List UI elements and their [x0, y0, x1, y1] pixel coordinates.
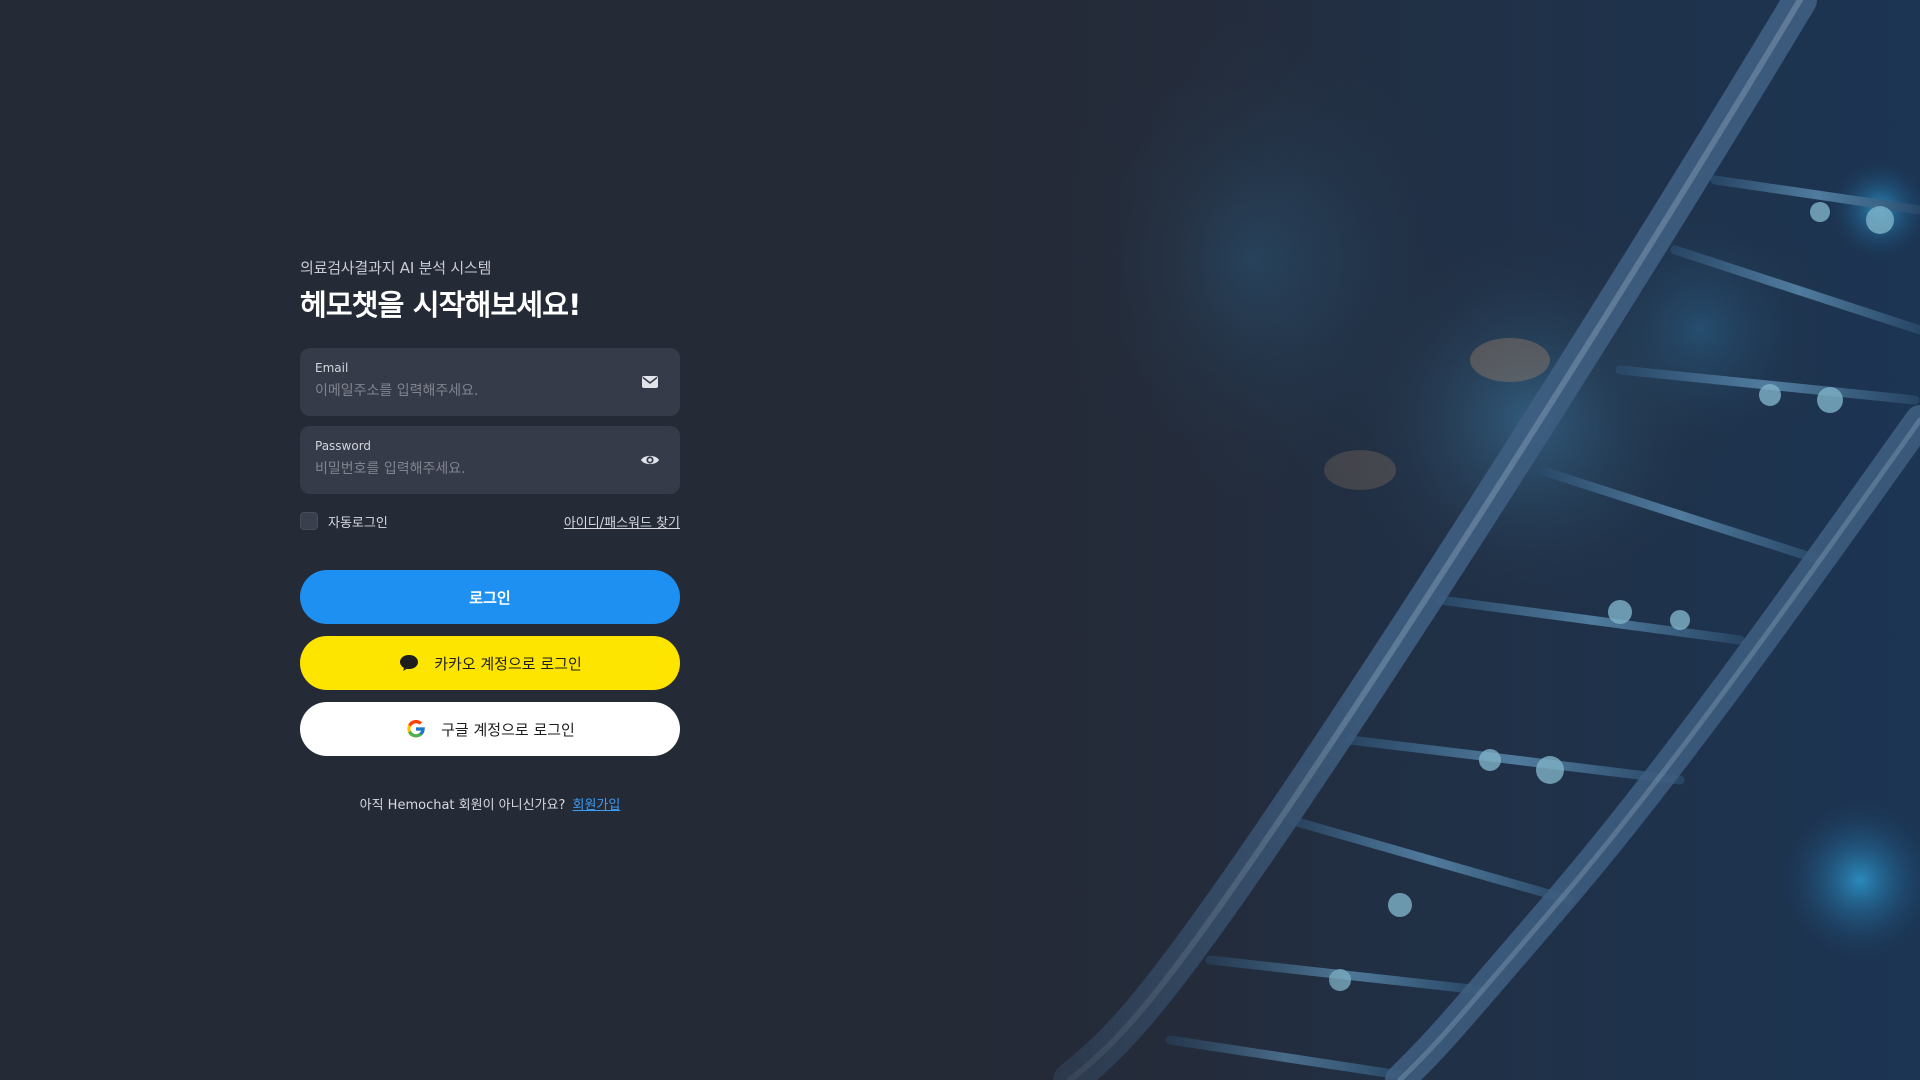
email-input[interactable]: [315, 381, 615, 401]
auto-login-label: 자동로그인: [328, 515, 388, 531]
password-label: Password: [315, 439, 372, 453]
login-button-label: 로그인: [469, 588, 511, 607]
login-options: 자동로그인 아이디/패스워드 찾기: [300, 510, 680, 532]
signup-prompt-text: 아직 Hemochat 회원이 아니신가요?: [359, 798, 566, 813]
page-subtitle: 의료검사결과지 AI 분석 시스템: [300, 259, 492, 277]
login-panel: 의료검사결과지 AI 분석 시스템 헤모챗을 시작해보세요! Email Pas…: [300, 258, 680, 813]
email-field[interactable]: Email: [300, 348, 680, 416]
page-title: 헤모챗을 시작해보세요!: [300, 288, 581, 322]
google-logo-icon: [405, 718, 427, 740]
kakao-login-button[interactable]: 카카오 계정으로 로그인: [300, 636, 680, 690]
dna-hero-image: [920, 0, 1920, 1080]
speech-bubble-icon: [398, 652, 420, 674]
login-page: 의료검사결과지 AI 분석 시스템 헤모챗을 시작해보세요! Email Pas…: [0, 0, 1920, 1080]
kakao-button-label: 카카오 계정으로 로그인: [434, 654, 582, 673]
auto-login-toggle[interactable]: 자동로그인: [300, 512, 388, 531]
google-login-button[interactable]: 구글 계정으로 로그인: [300, 702, 680, 756]
signup-link[interactable]: 회원가입: [573, 798, 621, 813]
password-field[interactable]: Password: [300, 426, 680, 494]
password-input[interactable]: [315, 459, 615, 479]
signup-prompt: 아직 Hemochat 회원이 아니신가요? 회원가입: [300, 794, 680, 813]
mail-icon: [640, 372, 660, 392]
find-account-link[interactable]: 아이디/패스워드 찾기: [564, 512, 680, 531]
google-button-label: 구글 계정으로 로그인: [441, 720, 575, 739]
eye-icon[interactable]: [640, 450, 660, 470]
auto-login-checkbox[interactable]: [300, 512, 318, 530]
email-label: Email: [315, 361, 349, 375]
login-button[interactable]: 로그인: [300, 570, 680, 624]
